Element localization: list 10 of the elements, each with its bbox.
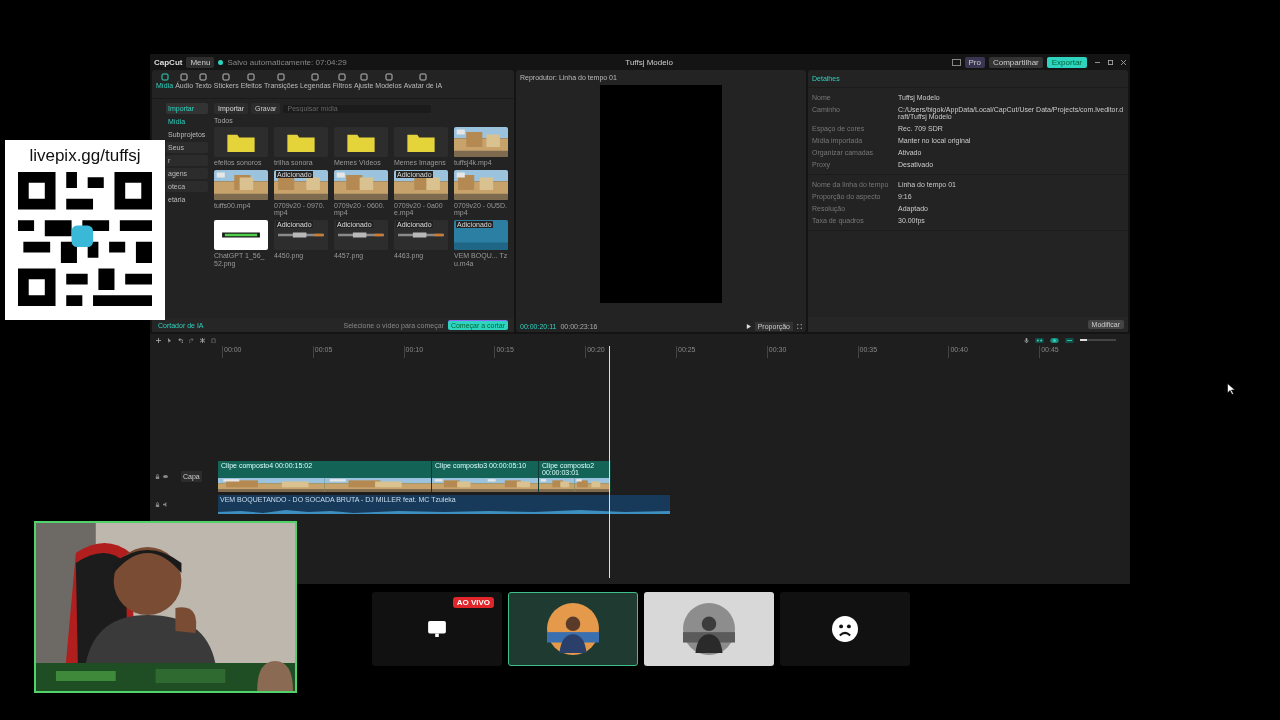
qr-link-text: livepix.gg/tuffsj [29, 146, 141, 166]
app-logo: CapCut [154, 57, 183, 67]
stream-card[interactable]: AO VIVO [372, 592, 502, 666]
menu-button[interactable]: Menu [186, 56, 215, 68]
pro-button[interactable]: Pro [964, 56, 985, 68]
autosave-status: Salvo automaticamente: 07:04:29 [227, 57, 347, 67]
window-title: Tuffsj Modelo [624, 57, 674, 67]
export-button[interactable]: Exportar [1046, 56, 1087, 68]
live-badge: AO VIVO [452, 597, 494, 608]
share-button[interactable]: Compartilhar [988, 56, 1043, 68]
